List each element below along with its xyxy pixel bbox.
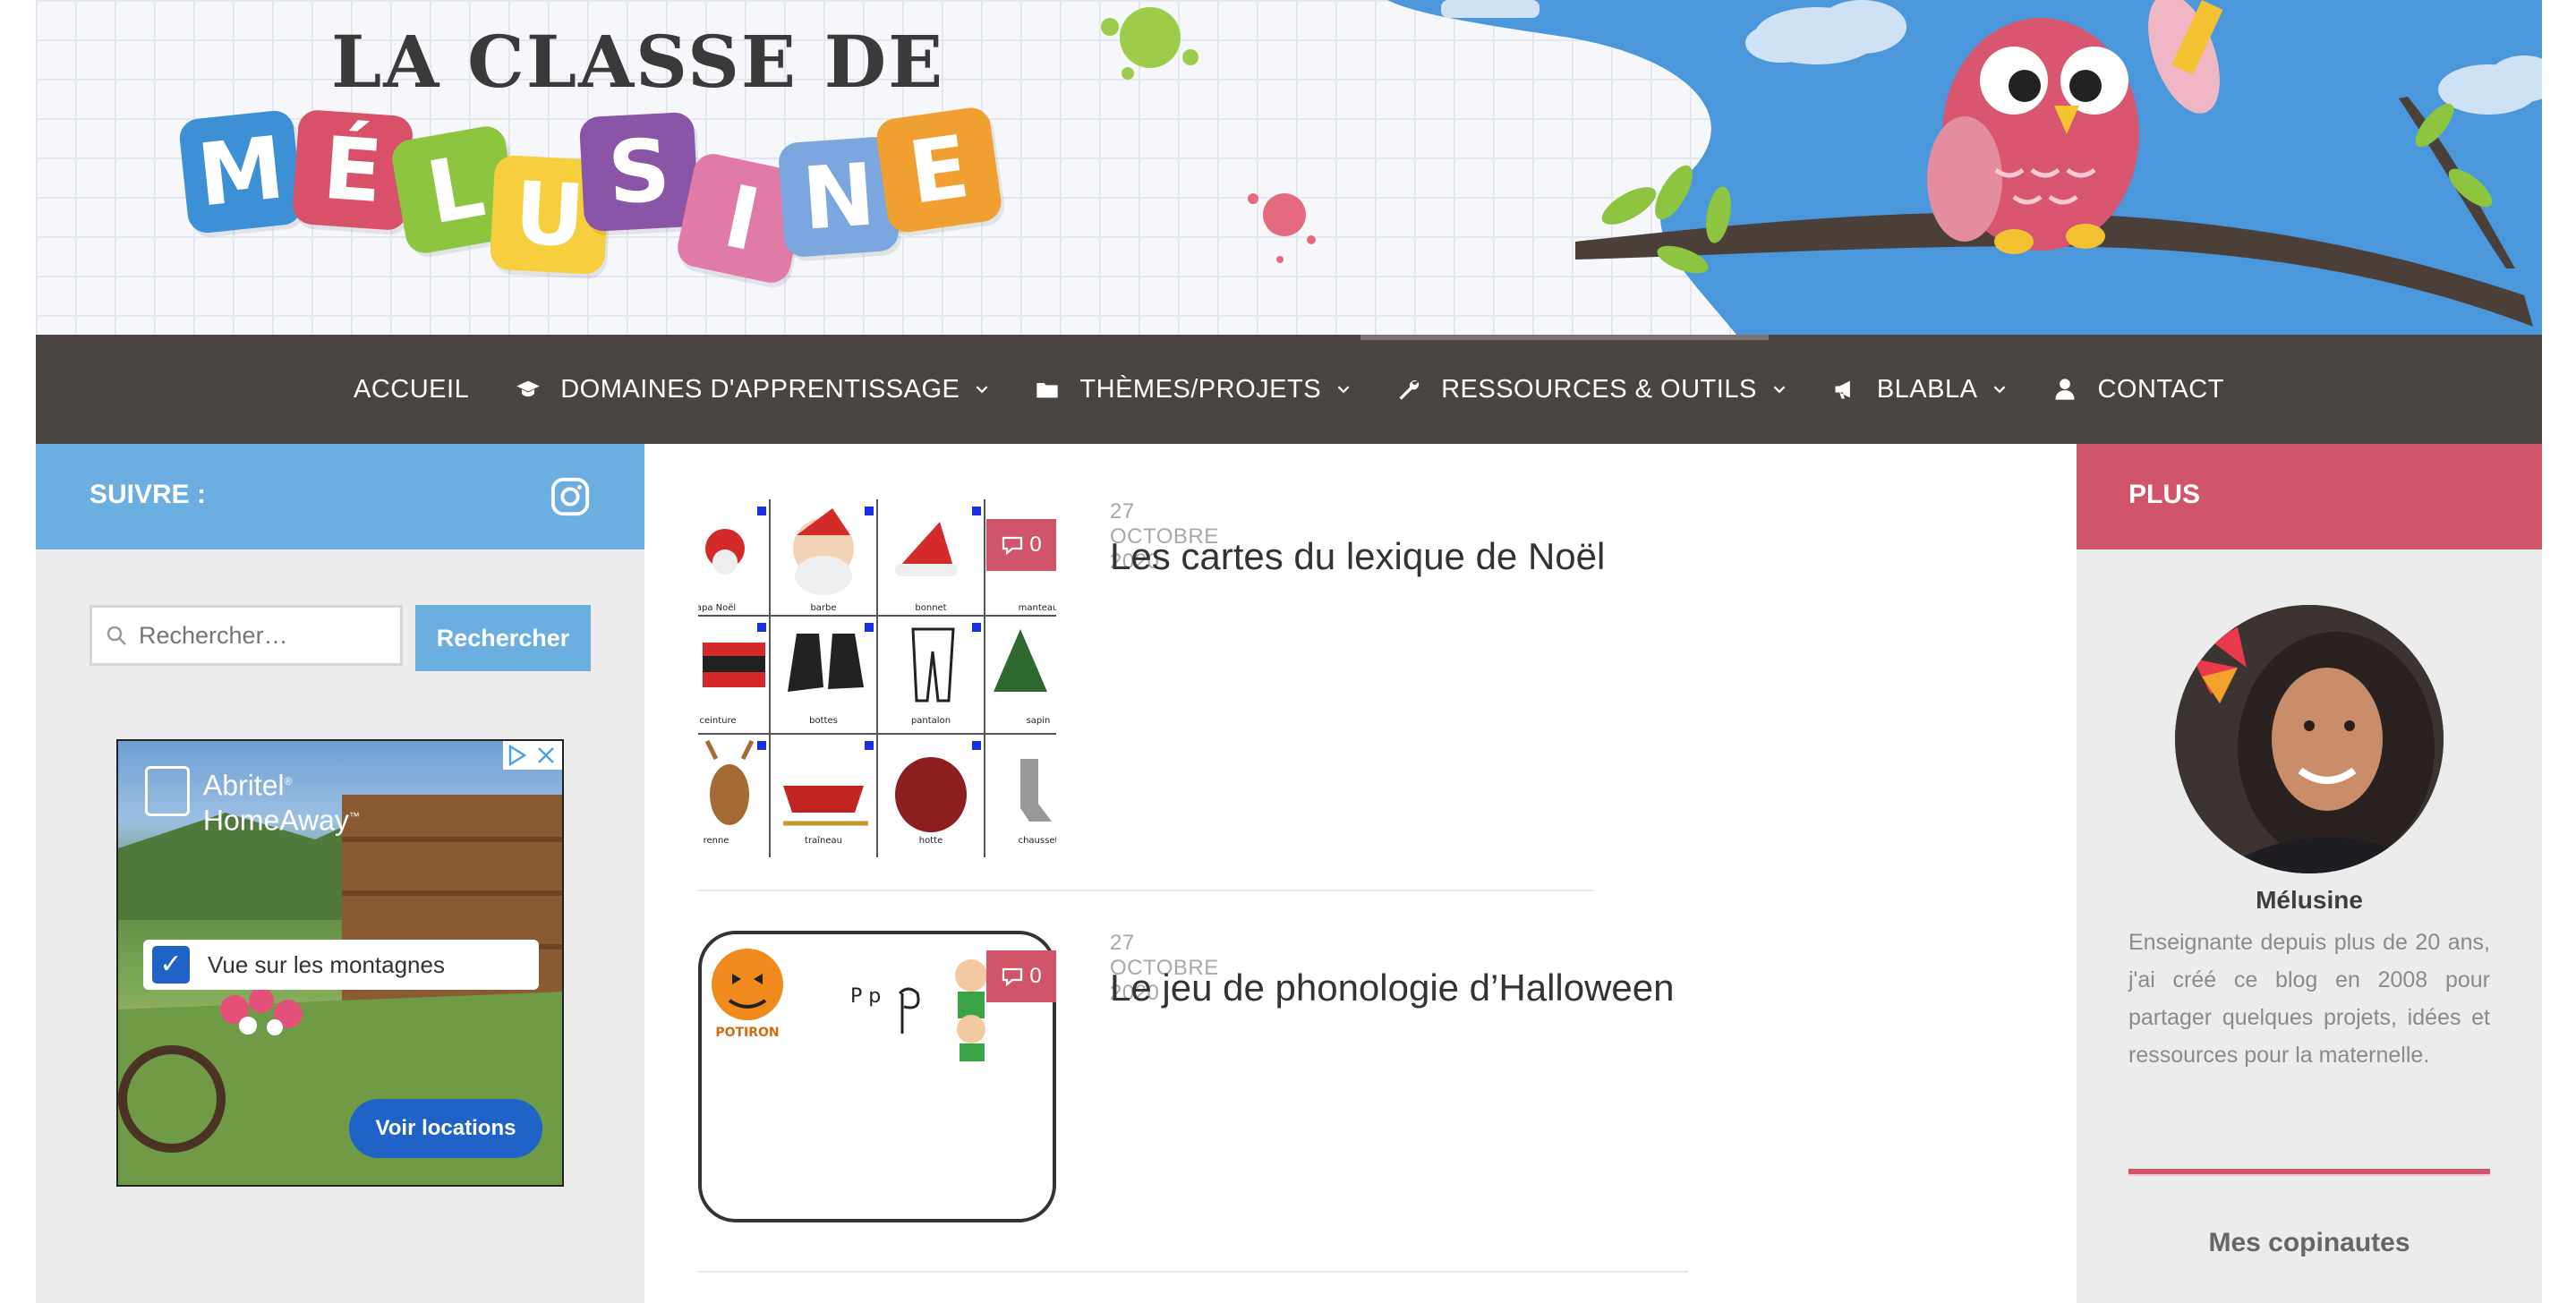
search-icon [107,626,126,645]
chevron-down-icon [1773,386,1786,394]
nav-item-label: THÈMES/PROJETS [1079,374,1322,404]
nav-item-label: BLABLA [1876,374,1978,404]
logo-tile: E [874,105,1004,235]
page: LA CLASSE DE M É L U S I N E ACCUEIL DOM… [36,0,2542,1303]
thumb-label: renne [704,836,729,846]
post-list: apa Noël barbe bonnet manteau ceinture b… [644,444,2112,1303]
chevron-down-icon [1337,386,1350,394]
post-thumbnail[interactable]: apa Noël barbe bonnet manteau ceinture b… [698,499,1056,857]
nav-item-blabla[interactable]: BLABLA [1832,375,2007,405]
comment-count: 0 [1029,532,1042,557]
thumb-label: traîneau [805,835,842,846]
follow-label: SUIVRE : [90,480,207,509]
logo-tile: S [578,111,700,233]
section-divider [2128,1169,2490,1176]
comment-count-badge[interactable]: 0 [986,950,1056,1002]
graduation-cap-icon [516,380,541,397]
nav-item-label: DOMAINES D'APPRENTISSAGE [560,374,960,404]
wrench-icon [1399,380,1420,400]
thumb-label: apa Noël [698,603,736,613]
main-nav: ACCUEIL DOMAINES D'APPRENTISSAGE THÈMES/… [36,335,2542,444]
user-icon [2055,379,2075,400]
folder-icon [1036,383,1059,398]
thumb-label: hotte [919,836,943,846]
comment-count: 0 [1029,964,1042,988]
logo-title: LA CLASSE DE [331,20,945,104]
follow-bar: SUIVRE : [36,444,644,549]
plus-label: PLUS [2128,480,2201,509]
plus-header: PLUS [2077,444,2542,549]
comment-icon [1002,967,1023,986]
author-bio: Enseignante depuis plus de 20 ans, j'ai … [2128,930,2490,1068]
nav-item-contact[interactable]: CONTACT [2052,375,2224,405]
comment-icon [1002,536,1023,555]
instagram-icon[interactable] [550,476,591,517]
left-sidebar: SUIVRE : Rechercher… Rechercher Abritel®… [36,444,644,1303]
thumb-label: manteau [1019,603,1056,613]
thumb-label: chausset [1019,836,1056,846]
check-icon: ✓ [152,946,190,984]
adchoices-icon[interactable] [503,741,562,770]
ad-checkbox-row[interactable]: ✓ Vue sur les montagnes [143,940,539,990]
post-divider [698,1271,1688,1273]
nav-item-label: RESSOURCES & OUTILS [1441,374,1757,404]
nav-item-accueil[interactable]: ACCUEIL [354,375,469,405]
thumb-label: sapin [1027,716,1051,726]
avatar [2175,605,2444,873]
thumb-label: barbe [810,603,836,613]
thumb-label: pantalon [911,716,951,726]
nav-hover-indicator [1361,335,1769,340]
search-button[interactable]: Rechercher [415,605,591,671]
nav-item-label: CONTACT [2097,374,2224,404]
post-thumbnail[interactable]: POTIRON P p 0 [698,931,1056,1226]
post-divider [698,890,1593,891]
thumb-label: POTIRON [715,1026,779,1040]
header-banner: LA CLASSE DE M É L U S I N E [36,0,2542,335]
thumb-label: P p [850,985,881,1008]
nav-item-ressources[interactable]: RESSOURCES & OUTILS [1396,375,1786,405]
page-margin-left [0,0,36,1303]
ad-checkbox-label: Vue sur les montagnes [208,950,445,978]
thumb-label: bottes [809,716,838,726]
nav-item-domaines[interactable]: DOMAINES D'APPRENTISSAGE [516,375,988,405]
ad-cta-button[interactable]: Voir locations [349,1099,542,1158]
post-title-link[interactable]: Le jeu de phonologie d’Halloween [1110,967,1675,1009]
page-margin-right [2542,0,2576,1303]
logo-tile: M [177,108,304,235]
nav-item-themes[interactable]: THÈMES/PROJETS [1035,375,1350,405]
ad-brand-line2: HomeAway [202,804,349,837]
copinautes-heading: Mes copinautes [2208,1228,2410,1257]
ad-brand-line1: Abritel [202,769,285,802]
comment-count-badge[interactable]: 0 [986,519,1056,571]
megaphone-icon [1835,380,1850,399]
chevron-down-icon [977,386,988,394]
post-title-link[interactable]: Les cartes du lexique de Noël [1110,535,1605,578]
ad-brand: Abritel® HomeAway™ [145,766,360,835]
chevron-down-icon [1994,386,2006,394]
nav-item-label: ACCUEIL [354,374,470,404]
search-input[interactable] [90,605,403,666]
right-sidebar: PLUS Mélusine Enseignante depuis plus de… [2077,444,2542,1303]
thumb-label: bonnet [915,603,946,613]
home-logo-icon [145,766,190,816]
ad-banner[interactable]: Abritel® HomeAway™ ✓ Vue sur les montagn… [116,739,564,1187]
thumb-label: ceinture [699,716,736,726]
author-name: Mélusine [2256,886,2363,914]
